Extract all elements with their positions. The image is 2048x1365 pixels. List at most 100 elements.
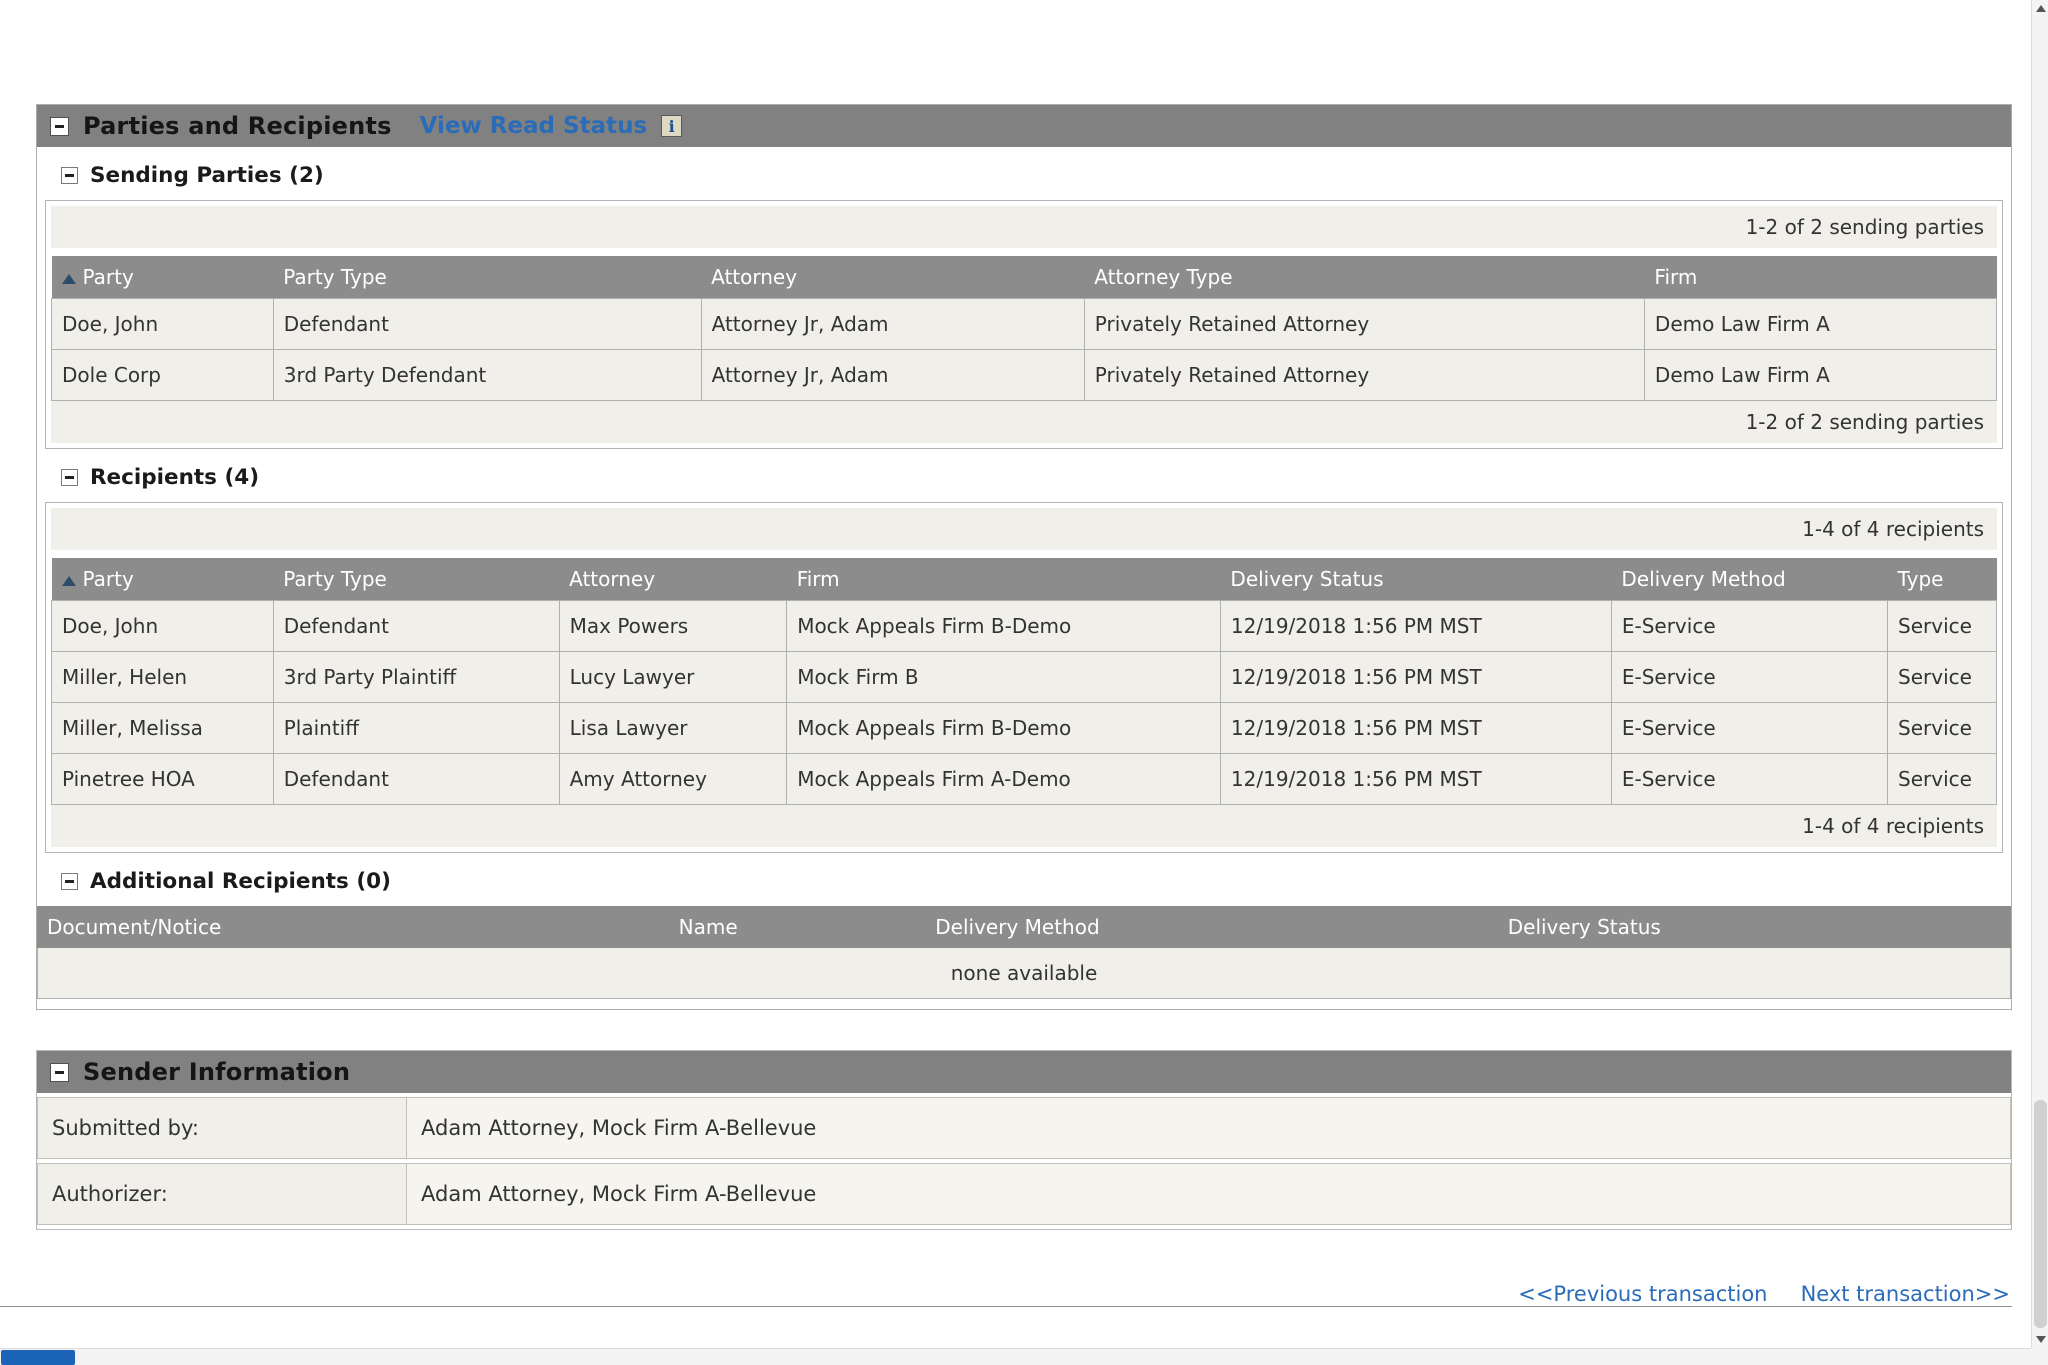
transaction-nav: <<Previous transaction Next transaction>…: [36, 1282, 2012, 1306]
main-content: Parties and Recipients View Read Status …: [36, 104, 2012, 1306]
table-cell: Doe, John: [52, 601, 274, 652]
column-header-attorney[interactable]: Attorney: [701, 256, 1084, 299]
table-row: Doe, JohnDefendantMax PowersMock Appeals…: [52, 601, 1997, 652]
column-header-attorney[interactable]: Attorney: [559, 558, 787, 601]
table-header-row: PartyParty TypeAttorneyAttorney TypeFirm: [52, 256, 1997, 299]
table-cell: Privately Retained Attorney: [1084, 299, 1644, 350]
sending-parties-group: 1-2 of 2 sending parties PartyParty Type…: [45, 200, 2003, 449]
table-cell: E-Service: [1611, 652, 1887, 703]
column-header-name[interactable]: Name: [669, 906, 926, 948]
table-cell: 12/19/2018 1:56 PM MST: [1220, 601, 1611, 652]
table-cell: Service: [1888, 652, 1997, 703]
additional-recipients-table: Document/NoticeNameDelivery MethodDelive…: [37, 906, 2011, 948]
column-header-delivery-status[interactable]: Delivery Status: [1498, 906, 2011, 948]
parties-section-title: Parties and Recipients: [83, 112, 392, 140]
column-header-party-type[interactable]: Party Type: [273, 256, 701, 299]
table-cell: 12/19/2018 1:56 PM MST: [1220, 754, 1611, 805]
table-cell: Attorney Jr, Adam: [701, 350, 1084, 401]
horizontal-scrollbar-thumb[interactable]: [1, 1350, 75, 1365]
table-row: Doe, JohnDefendantAttorney Jr, AdamPriva…: [52, 299, 1997, 350]
scrollbar-corner: [2031, 1348, 2048, 1365]
scroll-down-button[interactable]: [2032, 1331, 2048, 1348]
column-header-party[interactable]: Party: [52, 558, 274, 601]
sending-parties-heading: Sending Parties (2): [61, 163, 2003, 188]
table-cell: Miller, Melissa: [52, 703, 274, 754]
table-cell: 3rd Party Defendant: [273, 350, 701, 401]
table-cell: Service: [1888, 703, 1997, 754]
collapse-icon[interactable]: [61, 469, 78, 486]
no-additional-recipients-message: none available: [37, 948, 2011, 999]
info-icon[interactable]: [661, 115, 682, 137]
table-cell: Demo Law Firm A: [1644, 299, 1996, 350]
parties-section-header: Parties and Recipients View Read Status: [37, 105, 2011, 147]
table-cell: 3rd Party Plaintiff: [273, 652, 559, 703]
previous-transaction-link[interactable]: <<Previous transaction: [1518, 1282, 1767, 1306]
sender-information-panel: Sender Information Submitted by: Adam At…: [36, 1050, 2012, 1230]
table-cell: Max Powers: [559, 601, 787, 652]
table-cell: Privately Retained Attorney: [1084, 350, 1644, 401]
table-cell: Attorney Jr, Adam: [701, 299, 1084, 350]
sender-row: Authorizer: Adam Attorney, Mock Firm A-B…: [37, 1163, 2011, 1225]
column-header-type[interactable]: Type: [1888, 558, 1997, 601]
column-header-delivery-status[interactable]: Delivery Status: [1220, 558, 1611, 601]
scroll-down-icon: [2036, 1336, 2046, 1343]
vertical-scrollbar-thumb[interactable]: [2034, 1100, 2047, 1328]
collapse-icon[interactable]: [50, 1063, 69, 1082]
table-header-row: PartyParty TypeAttorneyFirmDelivery Stat…: [52, 558, 1997, 601]
column-header-party-type[interactable]: Party Type: [273, 558, 559, 601]
recipients-table: PartyParty TypeAttorneyFirmDelivery Stat…: [51, 558, 1997, 805]
sender-section-title: Sender Information: [83, 1058, 350, 1086]
parties-and-recipients-panel: Parties and Recipients View Read Status …: [36, 104, 2012, 1010]
table-cell: Service: [1888, 601, 1997, 652]
sender-info-table: Submitted by: Adam Attorney, Mock Firm A…: [37, 1093, 2011, 1229]
table-header-row: Document/NoticeNameDelivery MethodDelive…: [37, 906, 2011, 948]
column-header-delivery-method[interactable]: Delivery Method: [1611, 558, 1887, 601]
collapse-icon[interactable]: [50, 117, 69, 136]
column-header-firm[interactable]: Firm: [787, 558, 1221, 601]
table-row: Dole Corp3rd Party DefendantAttorney Jr,…: [52, 350, 1997, 401]
view-read-status-link[interactable]: View Read Status: [420, 113, 648, 139]
vertical-scrollbar[interactable]: [2031, 0, 2048, 1348]
table-cell: Demo Law Firm A: [1644, 350, 1996, 401]
additional-recipients-title: Additional Recipients (0): [90, 869, 391, 894]
column-header-firm[interactable]: Firm: [1644, 256, 1996, 299]
table-cell: Amy Attorney: [559, 754, 787, 805]
sending-parties-table: PartyParty TypeAttorneyAttorney TypeFirm…: [51, 256, 1997, 401]
submitted-by-value: Adam Attorney, Mock Firm A-Bellevue: [407, 1097, 2011, 1159]
sort-asc-icon: [62, 274, 76, 284]
collapse-icon[interactable]: [61, 873, 78, 890]
table-cell: Mock Appeals Firm B-Demo: [787, 703, 1221, 754]
recipients-group: 1-4 of 4 recipients PartyParty TypeAttor…: [45, 502, 2003, 853]
column-header-document-notice[interactable]: Document/Notice: [37, 906, 669, 948]
parties-panel-body: Sending Parties (2) 1-2 of 2 sending par…: [37, 163, 2011, 1009]
table-cell: Miller, Helen: [52, 652, 274, 703]
sending-parties-title: Sending Parties (2): [90, 163, 324, 188]
scroll-up-icon: [2036, 5, 2046, 12]
table-cell: Lucy Lawyer: [559, 652, 787, 703]
scroll-up-button[interactable]: [2032, 0, 2048, 17]
table-row: Pinetree HOADefendantAmy AttorneyMock Ap…: [52, 754, 1997, 805]
table-cell: E-Service: [1611, 754, 1887, 805]
recipients-heading: Recipients (4): [61, 465, 2003, 490]
column-header-delivery-method[interactable]: Delivery Method: [925, 906, 1497, 948]
recipients-title: Recipients (4): [90, 465, 259, 490]
recipients-pagination-bottom: 1-4 of 4 recipients: [51, 805, 1997, 847]
sender-row: Submitted by: Adam Attorney, Mock Firm A…: [37, 1097, 2011, 1159]
sort-asc-icon: [62, 576, 76, 586]
table-cell: Doe, John: [52, 299, 274, 350]
column-header-party[interactable]: Party: [52, 256, 274, 299]
table-cell: Pinetree HOA: [52, 754, 274, 805]
table-cell: 12/19/2018 1:56 PM MST: [1220, 652, 1611, 703]
additional-recipients-heading: Additional Recipients (0): [61, 869, 2003, 894]
table-row: Miller, Helen3rd Party PlaintiffLucy Law…: [52, 652, 1997, 703]
table-row: Miller, MelissaPlaintiffLisa LawyerMock …: [52, 703, 1997, 754]
table-cell: Defendant: [273, 299, 701, 350]
authorizer-label: Authorizer:: [37, 1163, 407, 1225]
column-header-attorney-type[interactable]: Attorney Type: [1084, 256, 1644, 299]
horizontal-scrollbar[interactable]: [0, 1348, 2031, 1365]
table-cell: Defendant: [273, 601, 559, 652]
recipients-pagination-top: 1-4 of 4 recipients: [51, 508, 1997, 550]
next-transaction-link[interactable]: Next transaction>>: [1801, 1282, 2010, 1306]
collapse-icon[interactable]: [61, 167, 78, 184]
table-cell: Mock Firm B: [787, 652, 1221, 703]
